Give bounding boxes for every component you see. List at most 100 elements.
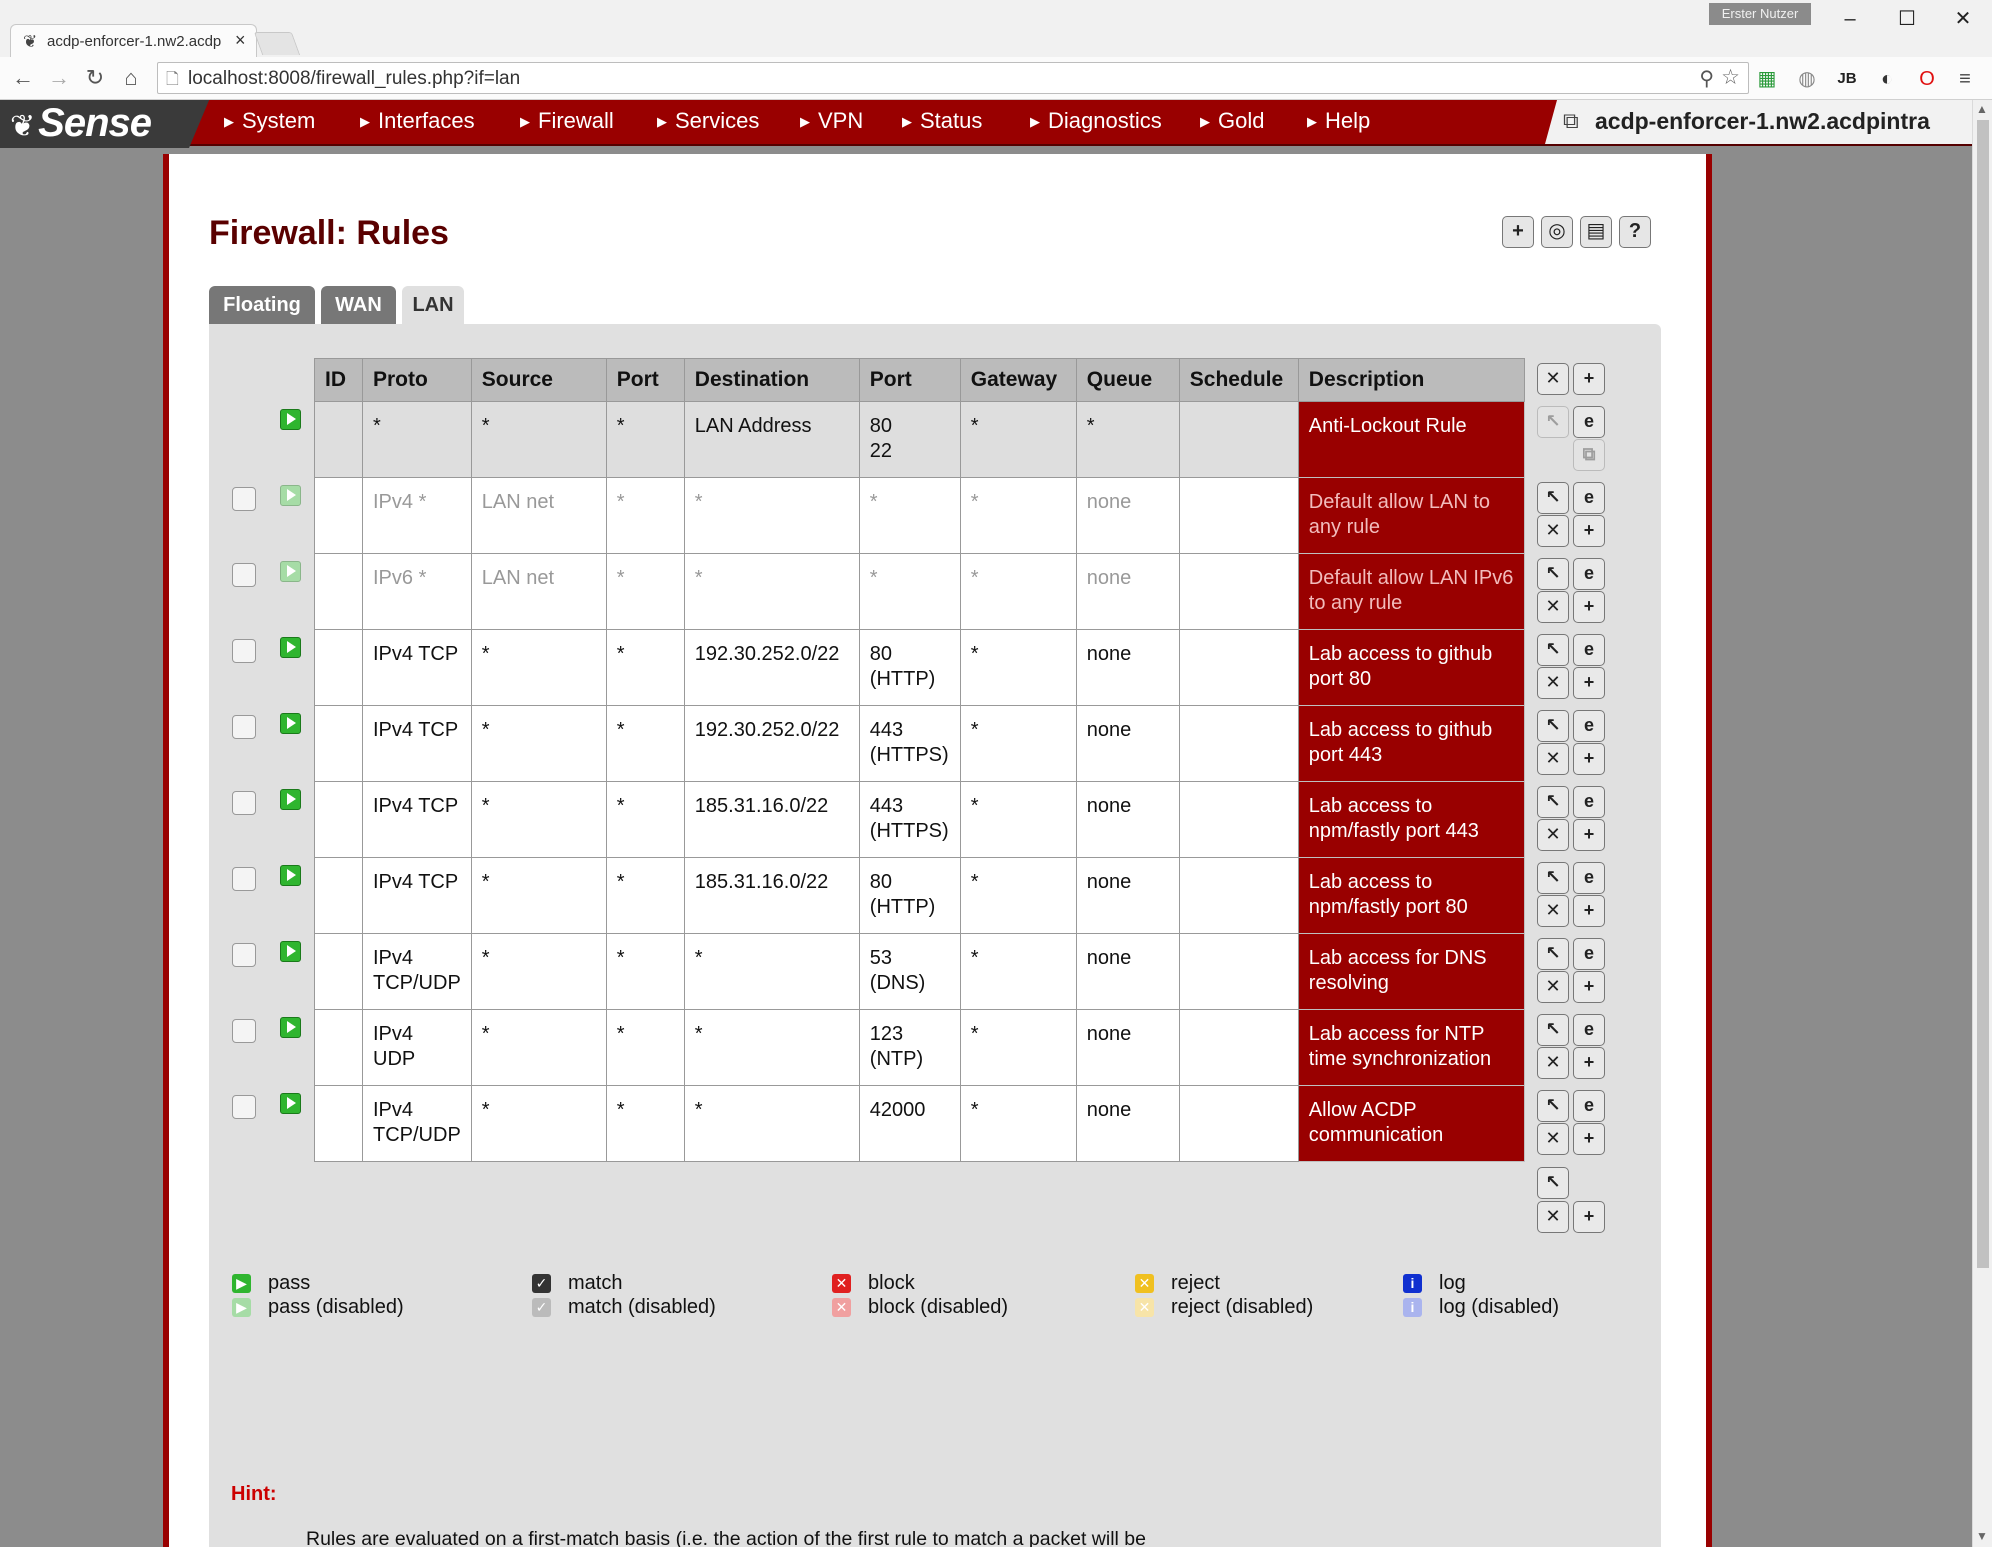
pfsense-logo[interactable]: ❦ Sense — [0, 100, 210, 148]
home-button[interactable]: ⌂ — [116, 63, 146, 93]
table-row[interactable]: IPv4 TCP * * 192.30.252.0/22 80 (HTTP) * none L… — [314, 629, 1525, 706]
scroll-thumb[interactable] — [1977, 120, 1989, 1268]
log-icon[interactable]: ▤ — [1580, 216, 1612, 248]
delete-selected-icon[interactable]: ✕ — [1537, 363, 1569, 395]
opera-extension-icon[interactable]: O — [1915, 67, 1939, 91]
close-window-button[interactable]: ✕ — [1943, 6, 1983, 32]
move-rule-icon[interactable]: ↖ — [1537, 938, 1569, 970]
move-rule-icon[interactable]: ↖ — [1537, 634, 1569, 666]
help-icon[interactable]: ? — [1619, 216, 1651, 248]
menu-services[interactable]: ▶ Services — [657, 108, 759, 134]
edit-rule-icon[interactable]: e — [1573, 710, 1605, 742]
table-row[interactable]: IPv4 TCP * * 185.31.16.0/22 80 (HTTP) * none La… — [314, 857, 1525, 934]
edit-rule-icon[interactable]: e — [1573, 1014, 1605, 1046]
pass-rule-icon[interactable] — [280, 409, 301, 430]
bookmark-star-icon[interactable]: ☆ — [1721, 65, 1740, 90]
edit-rule-icon[interactable]: e — [1573, 634, 1605, 666]
pass-rule-icon[interactable] — [280, 713, 301, 734]
header-schedule[interactable]: Schedule — [1178, 358, 1299, 402]
clock-extension-icon[interactable]: ◐ — [1875, 67, 1899, 91]
table-row[interactable]: IPv4 * LAN net * * * * none Default allow LAN t… — [314, 477, 1525, 554]
delete-rule-icon[interactable]: ✕ — [1537, 1047, 1569, 1079]
add-rule-top-icon[interactable]: + — [1573, 363, 1605, 395]
table-row[interactable]: * * * LAN Address 80 22 * * Anti-Lockout Rule — [314, 401, 1525, 478]
address-bar[interactable]: 🗋 localhost:8008/firewall_rules.php?if=l… — [157, 62, 1749, 94]
row-select-checkbox[interactable] — [232, 487, 256, 511]
row-select-checkbox[interactable] — [232, 1095, 256, 1119]
edit-rule-icon[interactable]: e — [1573, 938, 1605, 970]
menu-icon[interactable]: ≡ — [1953, 67, 1977, 91]
row-select-checkbox[interactable] — [232, 1019, 256, 1043]
forward-button[interactable]: → — [44, 63, 74, 93]
table-row[interactable]: IPv4 UDP * * * 123 (NTP) * none Lab access for … — [314, 1009, 1525, 1086]
header-gateway[interactable]: Gateway — [959, 358, 1077, 402]
maximize-button[interactable]: ☐ — [1887, 6, 1927, 32]
delete-rule-icon[interactable]: ✕ — [1537, 743, 1569, 775]
menu-status[interactable]: ▶ Status — [902, 108, 982, 134]
header-destination[interactable]: Destination — [683, 358, 860, 402]
pass-rule-icon[interactable] — [280, 789, 301, 810]
header-queue[interactable]: Queue — [1075, 358, 1180, 402]
table-row[interactable]: IPv4 TCP * * 192.30.252.0/22 443 (HTTPS) * non… — [314, 705, 1525, 782]
edit-rule-icon[interactable]: e — [1573, 558, 1605, 590]
row-select-checkbox[interactable] — [232, 867, 256, 891]
menu-vpn[interactable]: ▶ VPN — [800, 108, 863, 134]
close-tab-icon[interactable]: × — [235, 30, 246, 51]
jb-extension-icon[interactable]: JB — [1835, 67, 1859, 91]
copy-rule-icon[interactable]: + — [1573, 971, 1605, 1003]
zoom-icon[interactable]: ⚲ — [1699, 66, 1714, 91]
pass-rule-icon[interactable] — [280, 941, 301, 962]
user-profile-badge[interactable]: Erster Nutzer — [1709, 3, 1811, 25]
copy-rule-icon[interactable]: + — [1573, 819, 1605, 851]
add-rule-bottom-icon[interactable]: + — [1573, 1201, 1605, 1233]
delete-rule-icon[interactable]: ✕ — [1537, 667, 1569, 699]
browser-tab[interactable]: ❦ acdp-enforcer-1.nw2.acdp × — [10, 24, 257, 59]
status-icon[interactable]: ◎ — [1541, 216, 1573, 248]
edit-rule-icon[interactable]: e — [1573, 406, 1605, 438]
delete-rule-icon[interactable]: ✕ — [1537, 819, 1569, 851]
copy-rule-icon[interactable]: + — [1573, 1123, 1605, 1155]
header-id[interactable]: ID — [314, 358, 363, 402]
delete-rule-icon[interactable]: ✕ — [1537, 895, 1569, 927]
copy-rule-icon[interactable]: + — [1573, 515, 1605, 547]
copy-rule-icon[interactable]: + — [1573, 667, 1605, 699]
pass-rule-icon[interactable] — [280, 1017, 301, 1038]
row-select-checkbox[interactable] — [232, 715, 256, 739]
edit-rule-icon[interactable]: e — [1573, 1090, 1605, 1122]
minimize-button[interactable]: – — [1830, 6, 1870, 32]
back-button[interactable]: ← — [8, 63, 38, 93]
menu-gold[interactable]: ▶ Gold — [1200, 108, 1264, 134]
move-rule-icon[interactable]: ↖ — [1537, 482, 1569, 514]
delete-rule-icon[interactable]: ✕ — [1537, 1123, 1569, 1155]
table-row[interactable]: IPv4 TCP/UDP * * * 42000 * none Allow ACDP comm… — [314, 1085, 1525, 1162]
url-text[interactable]: localhost:8008/firewall_rules.php?if=lan — [188, 68, 520, 90]
globe-extension-icon[interactable]: ◍ — [1795, 67, 1819, 91]
move-rule-icon[interactable]: ↖ — [1537, 710, 1569, 742]
row-select-checkbox[interactable] — [232, 639, 256, 663]
copy-rule-icon[interactable]: + — [1573, 895, 1605, 927]
table-row[interactable]: IPv6 * LAN net * * * * none Default allow LAN I… — [314, 553, 1525, 630]
new-tab-button[interactable] — [253, 32, 301, 55]
copy-rule-icon[interactable]: + — [1573, 1047, 1605, 1079]
edit-rule-icon[interactable]: e — [1573, 482, 1605, 514]
page-scrollbar[interactable]: ▲ ▼ — [1972, 100, 1992, 1547]
table-row[interactable]: IPv4 TCP * * 185.31.16.0/22 443 (HTTPS) * none… — [314, 781, 1525, 858]
tab-floating[interactable]: Floating — [209, 286, 315, 324]
delete-rule-icon[interactable]: ✕ — [1537, 971, 1569, 1003]
table-row[interactable]: IPv4 TCP/UDP * * * 53 (DNS) * none Lab access f… — [314, 933, 1525, 1010]
edit-rule-icon[interactable]: e — [1573, 786, 1605, 818]
pass-rule-icon[interactable] — [280, 485, 301, 506]
pass-rule-icon[interactable] — [280, 1093, 301, 1114]
pass-rule-icon[interactable] — [280, 637, 301, 658]
delete-selected-bottom-icon[interactable]: ✕ — [1537, 1201, 1569, 1233]
pass-rule-icon[interactable] — [280, 865, 301, 886]
delete-rule-icon[interactable]: ✕ — [1537, 591, 1569, 623]
menu-help[interactable]: ▶ Help — [1307, 108, 1370, 134]
add-rule-icon[interactable]: + — [1502, 216, 1534, 248]
copy-rule-icon[interactable]: + — [1573, 591, 1605, 623]
move-rule-icon[interactable]: ↖ — [1537, 786, 1569, 818]
move-rule-icon[interactable]: ↖ — [1537, 1014, 1569, 1046]
menu-system[interactable]: ▶ System — [224, 108, 315, 134]
delete-rule-icon[interactable]: ✕ — [1537, 515, 1569, 547]
menu-diagnostics[interactable]: ▶ Diagnostics — [1030, 108, 1162, 134]
